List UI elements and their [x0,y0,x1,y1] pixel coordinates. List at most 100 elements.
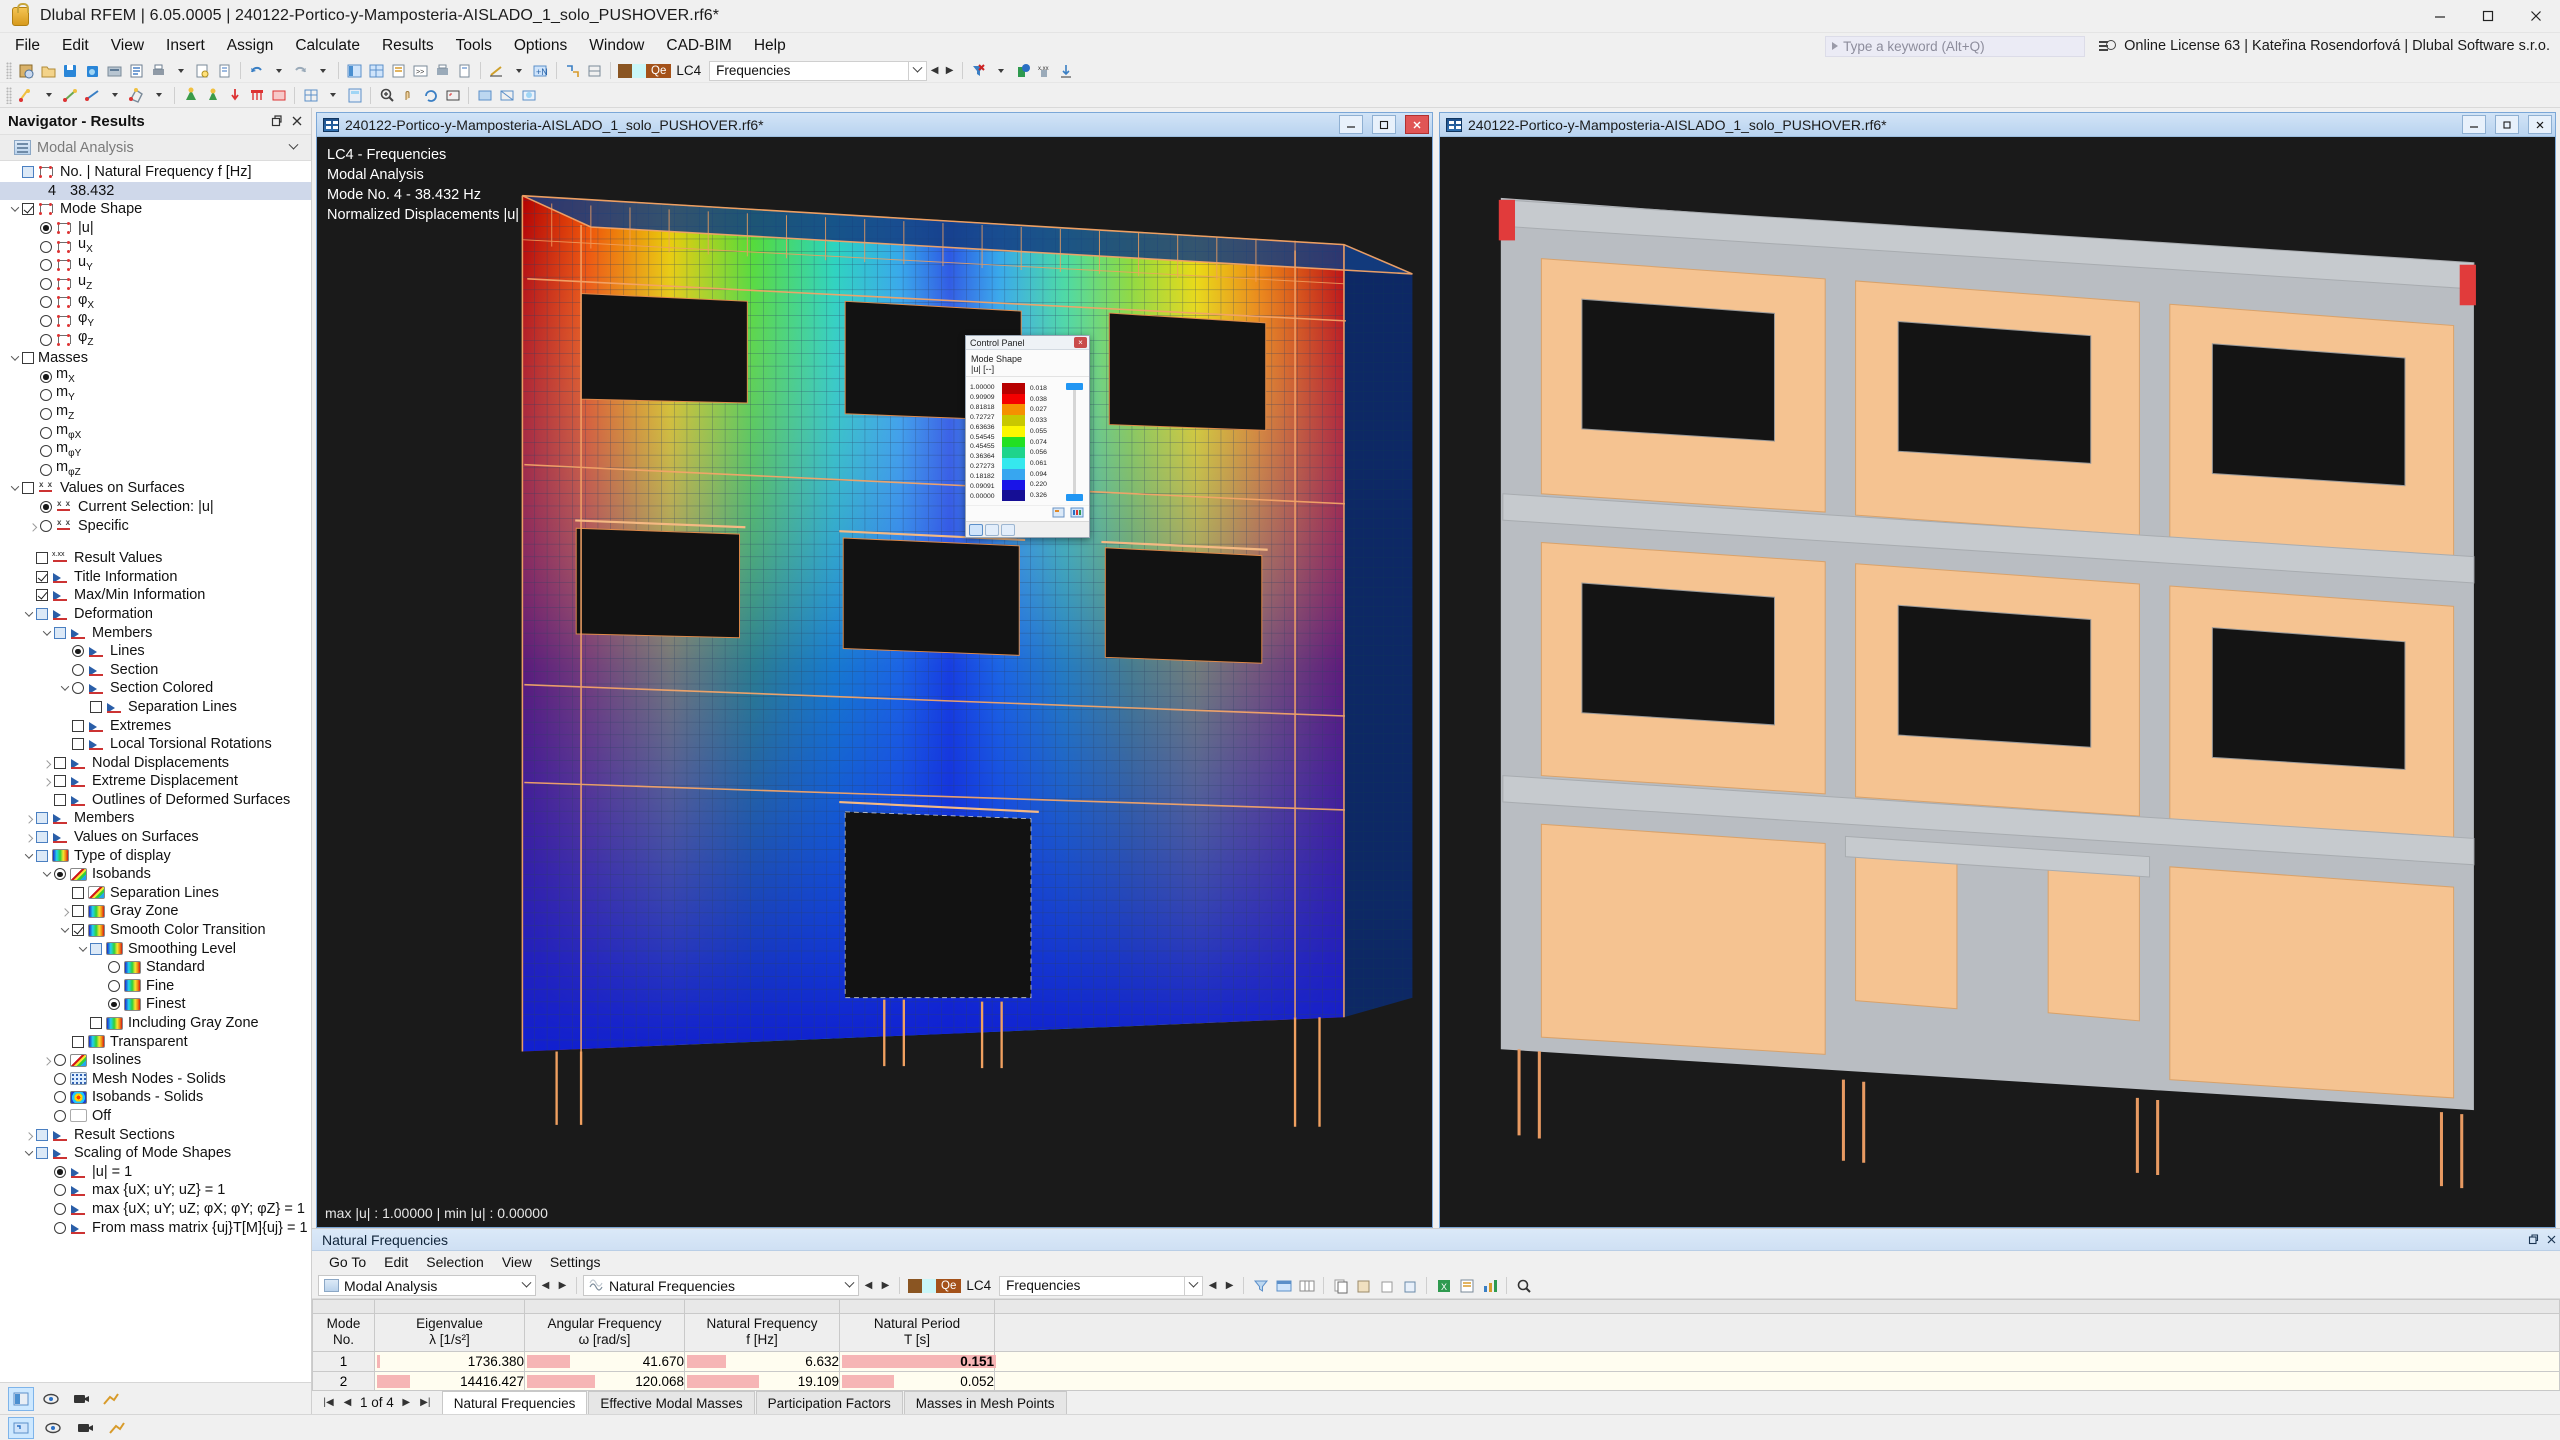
legend-slider-bottom-handle[interactable] [1066,494,1084,501]
table-menu-edit[interactable]: Edit [375,1252,417,1272]
tree-item[interactable]: Result Values [0,549,311,568]
tree-item[interactable]: Members [0,809,311,828]
tree-checkbox[interactable] [54,793,66,806]
snap-icon[interactable] [562,60,583,81]
load-case-next-button[interactable]: ▶ [942,61,957,81]
tree-item[interactable]: Fine [0,977,311,996]
tree-radio[interactable] [40,259,52,272]
nav-tab-camera-icon[interactable] [68,1387,94,1411]
table-cell[interactable]: 0.151 [839,1350,996,1372]
tree-expander[interactable] [76,940,90,958]
viewport-right-maximize-button[interactable] [2495,115,2519,134]
tree-item[interactable]: Mesh Nodes - Solids [0,1070,311,1089]
tree-radio[interactable] [54,1109,66,1122]
tree-item[interactable]: Current Selection: |u| [0,498,311,517]
status-results-icon[interactable] [104,1417,130,1439]
table-lc-dropdown-icon[interactable] [1185,1275,1204,1296]
viewport-left-minimize-button[interactable] [1339,115,1363,134]
tree-item[interactable]: Section Colored [0,679,311,698]
table-lc-name[interactable]: Frequencies [999,1275,1186,1296]
nav-tab-model-icon[interactable] [8,1386,34,1411]
control-panel-tab-filter[interactable] [1001,523,1015,536]
tree-item[interactable]: Deformation [0,605,311,624]
pager-prev-button[interactable]: ◀ [341,1395,354,1411]
tree-radio[interactable] [40,426,52,439]
tree-checkbox[interactable] [36,607,48,620]
tree-item[interactable]: Separation Lines [0,698,311,717]
tree-radio[interactable] [40,222,52,235]
navigator-analysis-selector[interactable]: Modal Analysis [0,135,311,161]
print-preview-icon[interactable] [192,60,213,81]
table-analysis-dropdown-icon[interactable] [517,1277,535,1289]
control-panel-tab-color-scale[interactable] [969,523,983,536]
legend-edit-button[interactable] [1052,506,1067,521]
grid-icon[interactable] [584,60,605,81]
table-columns-icon[interactable] [1296,1275,1317,1296]
undo-icon[interactable] [246,60,267,81]
table-column-header[interactable]: Natural Frequency f [Hz] [684,1312,840,1352]
table-row[interactable]: 1 1736.380 41.670 6.632 0.151 [312,1350,2560,1372]
tree-expander[interactable] [40,772,54,790]
pager-last-button[interactable]: ▶| [419,1395,432,1411]
tab-natural-frequencies[interactable]: Natural Frequencies [441,1391,588,1414]
tree-item[interactable]: φY [0,310,311,331]
tree-item[interactable]: Values on Surfaces [0,479,311,498]
mesh-icon[interactable] [300,85,321,106]
tree-checkbox[interactable] [22,352,34,365]
navigator-float-button[interactable] [267,111,287,131]
render-solid-icon[interactable] [474,85,495,106]
pan-icon[interactable] [398,85,419,106]
tree-radio[interactable] [40,240,52,253]
tree-item[interactable]: Extremes [0,716,311,735]
viewport-right-close-button[interactable] [2528,115,2552,134]
table-menu-settings[interactable]: Settings [541,1252,610,1272]
table-panel-close-button[interactable] [2542,1231,2560,1249]
tree-radio[interactable] [54,1221,66,1234]
frequency-header-row[interactable]: No. | Natural Frequency f [Hz] [0,163,311,182]
tree-item[interactable]: Isobands - Solids [0,1088,311,1107]
tree-item[interactable]: Result Sections [0,1125,311,1144]
keyword-search-input[interactable]: Type a keyword (Alt+Q) [1825,35,2086,57]
print-icon[interactable] [148,60,169,81]
table-chart-icon[interactable] [1479,1275,1500,1296]
tree-radio[interactable] [108,979,120,992]
tree-radio[interactable] [54,1202,66,1215]
tree-expander[interactable] [8,479,22,497]
select-all-icon[interactable] [16,85,37,106]
viewport-left-canvas[interactable]: LC4 - Frequencies Modal Analysis Mode No… [317,137,1432,1227]
table-panel-icon[interactable] [366,60,387,81]
tree-checkbox[interactable] [72,905,84,918]
support-icon[interactable] [180,85,201,106]
table-cell[interactable]: 0.052 [839,1370,995,1390]
calc-icon[interactable] [344,85,365,106]
tree-item[interactable]: |u| = 1 [0,1162,311,1181]
tree-item[interactable]: Specific [0,516,311,535]
tree-item[interactable]: Outlines of Deformed Surfaces [0,791,311,810]
toolbar-grip[interactable] [6,62,12,79]
tree-item[interactable]: Values on Surfaces [0,828,311,847]
filter-dropdown-icon[interactable] [990,60,1011,81]
tree-item[interactable]: max {uX; uY; uZ} = 1 [0,1181,311,1200]
tree-checkbox[interactable] [36,552,48,565]
tree-checkbox[interactable] [72,719,84,732]
tree-checkbox[interactable] [22,203,34,216]
control-panel-tab-factors[interactable] [985,523,999,536]
console-icon[interactable]: >> [410,60,431,81]
control-panel-close-button[interactable]: × [1074,337,1087,348]
tree-radio[interactable] [40,445,52,458]
table-insert-icon[interactable] [1399,1275,1420,1296]
tree-radio[interactable] [108,998,120,1011]
tree-expander[interactable] [8,200,22,218]
tree-radio[interactable] [108,961,120,974]
tree-radio[interactable] [40,463,52,476]
legend-slider-top-handle[interactable] [1066,383,1084,390]
menu-results[interactable]: Results [371,34,445,58]
table-column-header[interactable]: Mode No. [312,1312,375,1352]
tree-checkbox[interactable] [22,482,34,495]
row-number[interactable]: 2 [312,1370,375,1390]
table-delete-icon[interactable] [1376,1275,1397,1296]
tree-checkbox[interactable] [72,738,84,751]
tree-item[interactable]: Lines [0,642,311,661]
tree-radio[interactable] [54,1165,66,1178]
load-case-name[interactable]: Frequencies [709,60,910,81]
